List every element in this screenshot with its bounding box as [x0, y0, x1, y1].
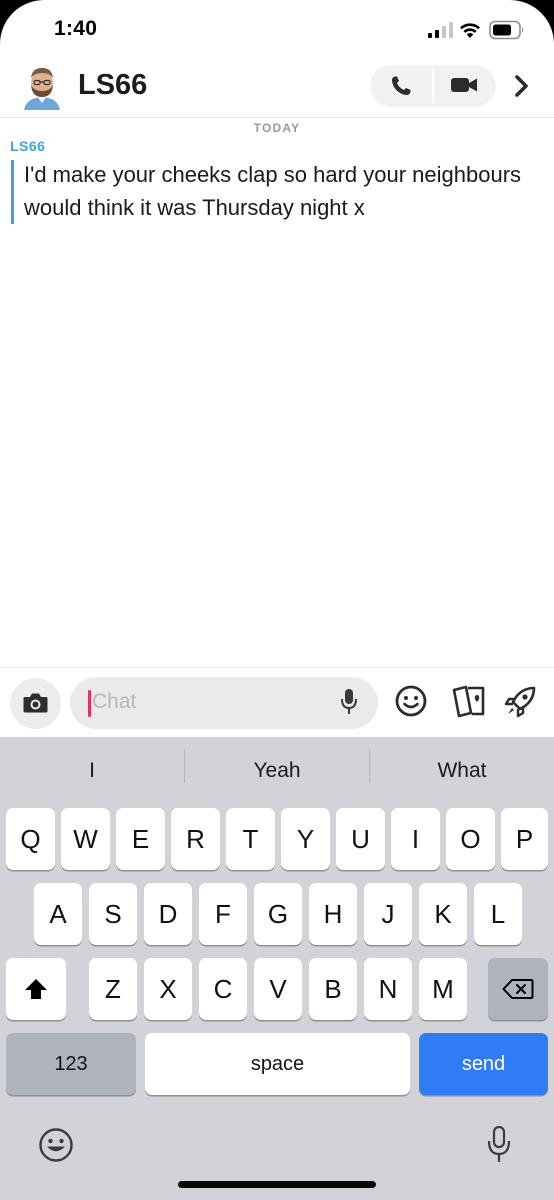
key-i[interactable]: I	[391, 808, 440, 870]
phone-icon[interactable]	[389, 74, 413, 98]
key-o[interactable]: O	[446, 808, 495, 870]
status-bar: 1:40	[0, 0, 554, 60]
key-u[interactable]: U	[336, 808, 385, 870]
delete-key[interactable]	[488, 958, 548, 1020]
key-x[interactable]: X	[144, 958, 192, 1020]
suggestion-2[interactable]: Yeah	[185, 759, 369, 783]
numbers-key[interactable]: 123	[6, 1033, 136, 1095]
suggestion-1[interactable]: I	[0, 759, 184, 783]
key-v[interactable]: V	[254, 958, 302, 1020]
key-f[interactable]: F	[199, 883, 247, 945]
shift-key[interactable]	[6, 958, 66, 1020]
key-j[interactable]: J	[364, 883, 412, 945]
key-n[interactable]: N	[364, 958, 412, 1020]
chevron-right-icon[interactable]	[512, 73, 532, 99]
suggestion-3[interactable]: What	[370, 759, 554, 783]
wifi-icon	[460, 23, 480, 38]
chat-header: LS66	[0, 60, 554, 118]
call-buttons-divider	[432, 69, 434, 103]
chat-contact-name[interactable]: LS66	[78, 69, 147, 102]
message-accent-bar	[11, 160, 14, 224]
battery-icon	[489, 20, 524, 40]
shift-icon	[25, 979, 47, 999]
key-k[interactable]: K	[419, 883, 467, 945]
key-p[interactable]: P	[501, 808, 548, 870]
key-m[interactable]: M	[419, 958, 467, 1020]
chat-screen: 1:40 LS66 TODAY LS66 I'd make your cheek…	[0, 0, 554, 1200]
microphone-icon[interactable]	[340, 688, 358, 716]
key-d[interactable]: D	[144, 883, 192, 945]
key-z[interactable]: Z	[89, 958, 137, 1020]
key-g[interactable]: G	[254, 883, 302, 945]
key-e[interactable]: E	[116, 808, 165, 870]
key-r[interactable]: R	[171, 808, 220, 870]
date-divider: TODAY	[253, 121, 301, 135]
emoji-icon[interactable]	[38, 1127, 74, 1163]
keyboard: I Yeah What Q W E R T Y U I O P A S D F …	[0, 737, 554, 1200]
smile-icon[interactable]	[394, 684, 428, 718]
delete-icon	[502, 979, 534, 999]
key-l[interactable]: L	[474, 883, 522, 945]
send-key[interactable]: send	[419, 1033, 548, 1095]
status-time: 1:40	[54, 17, 98, 40]
camera-button[interactable]	[10, 678, 61, 729]
key-b[interactable]: B	[309, 958, 357, 1020]
key-t[interactable]: T	[226, 808, 275, 870]
cellular-signal-icon	[428, 22, 453, 38]
chat-input[interactable]: Chat	[70, 677, 378, 729]
key-q[interactable]: Q	[6, 808, 55, 870]
video-icon[interactable]	[450, 74, 478, 96]
key-s[interactable]: S	[89, 883, 137, 945]
dictation-microphone-icon[interactable]	[486, 1125, 512, 1165]
text-caret	[88, 690, 91, 717]
key-y[interactable]: Y	[281, 808, 330, 870]
avatar[interactable]	[20, 64, 64, 110]
camera-icon	[23, 693, 48, 713]
message-sender: LS66	[10, 138, 46, 154]
key-a[interactable]: A	[34, 883, 82, 945]
cards-icon[interactable]	[450, 684, 488, 718]
home-indicator[interactable]	[178, 1181, 376, 1188]
message-text[interactable]: I'd make your cheeks clap so hard your n…	[24, 158, 544, 224]
rocket-icon[interactable]	[504, 684, 538, 718]
space-key[interactable]: space	[145, 1033, 410, 1095]
chat-input-placeholder: Chat	[92, 690, 137, 713]
key-w[interactable]: W	[61, 808, 110, 870]
key-c[interactable]: C	[199, 958, 247, 1020]
key-h[interactable]: H	[309, 883, 357, 945]
